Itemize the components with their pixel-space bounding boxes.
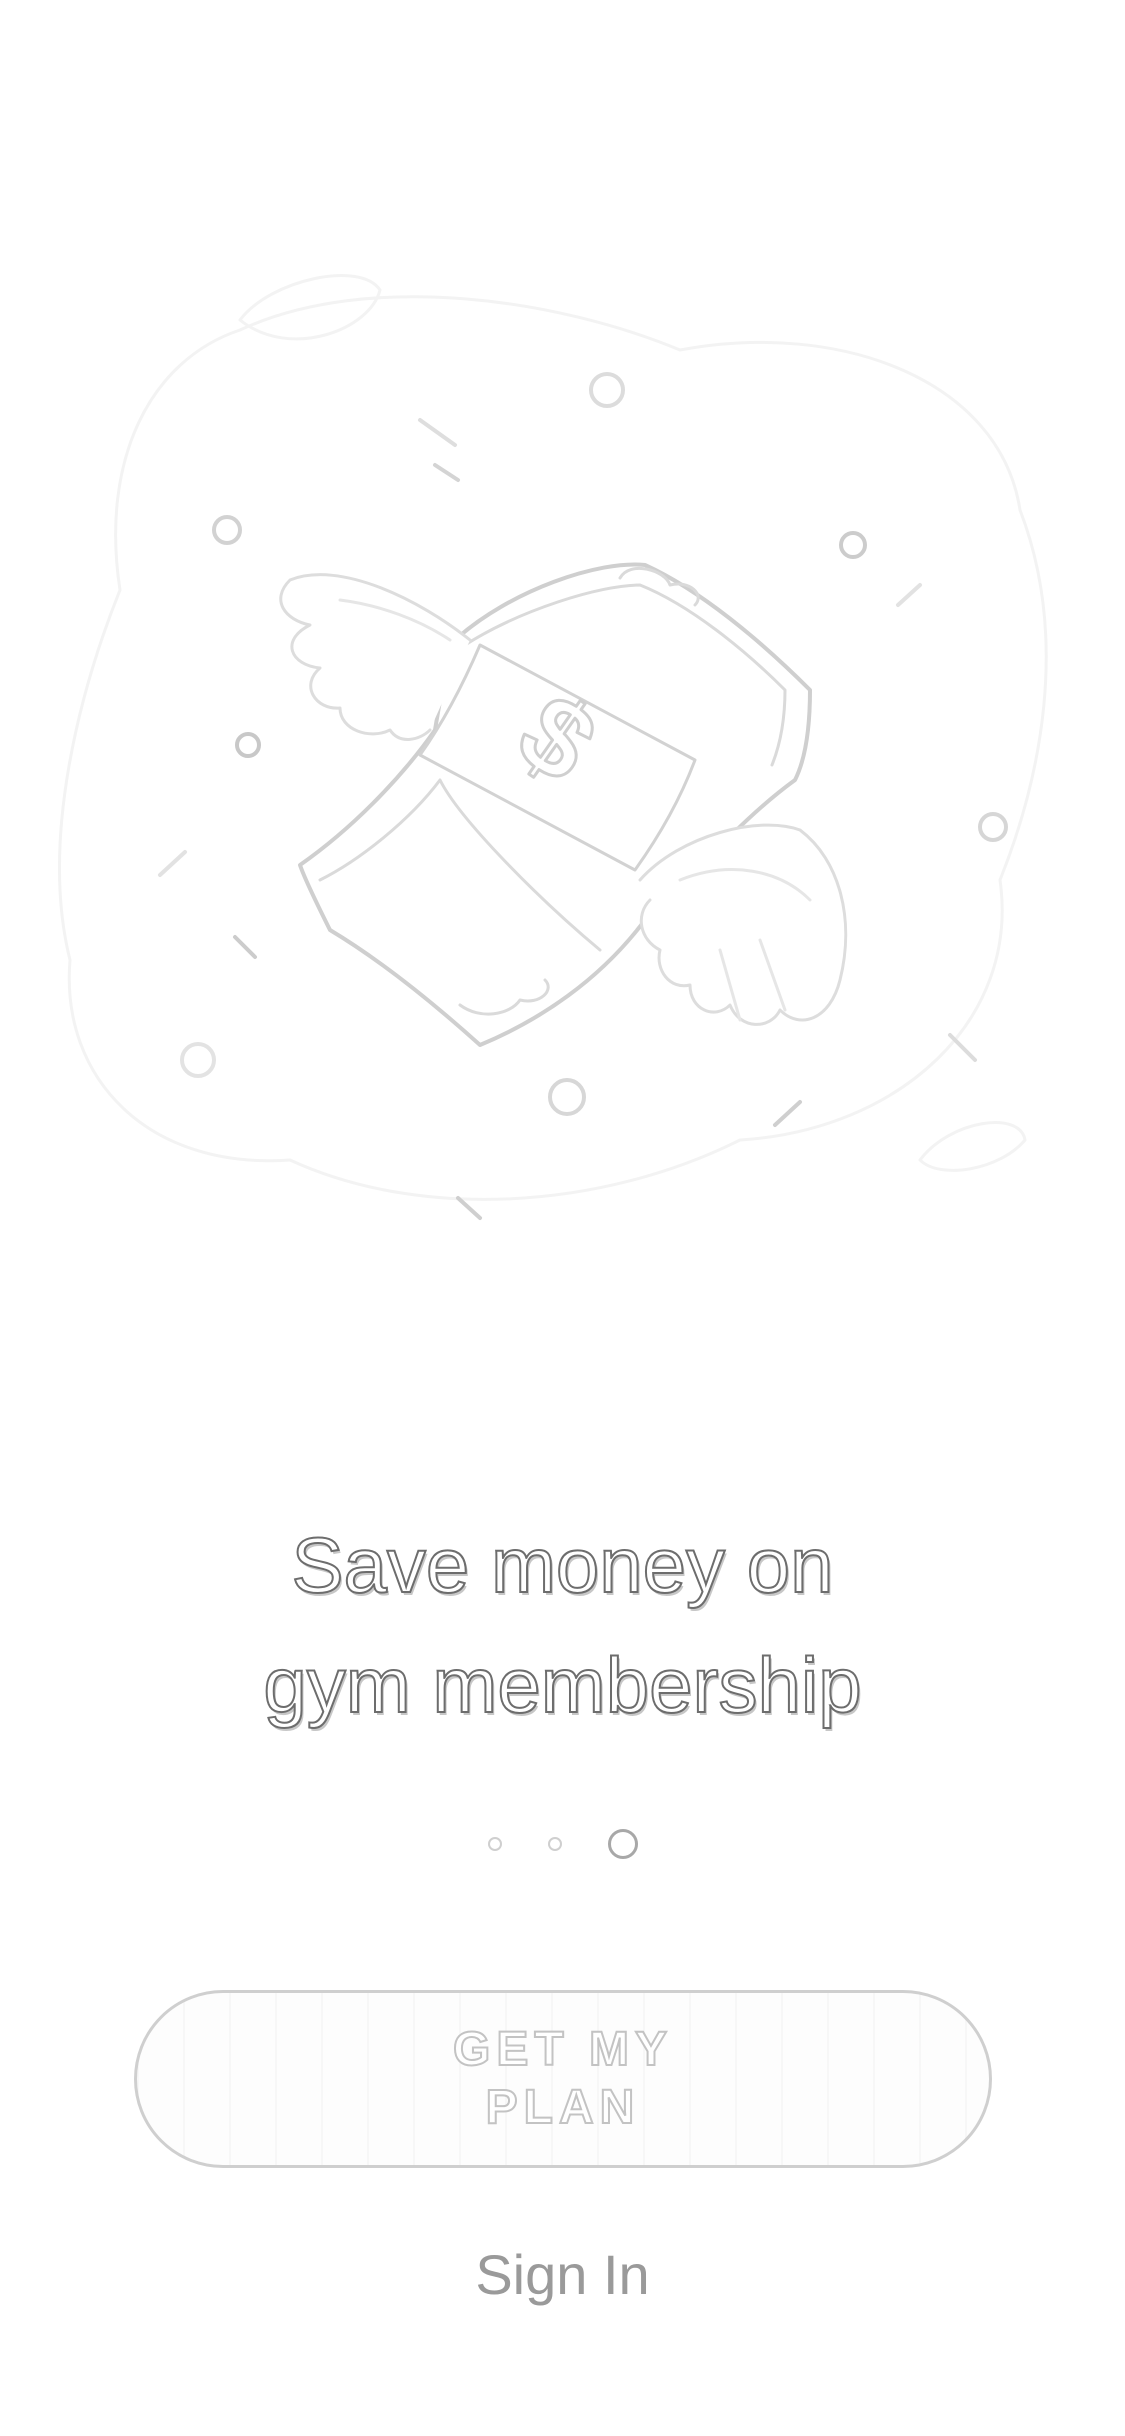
sign-in-link[interactable]: Sign In	[0, 2235, 1125, 2315]
page-dot-1[interactable]	[487, 1837, 502, 1851]
onboarding-headline: Save money on gym membership	[0, 1505, 1125, 1745]
page-dot-3-active[interactable]	[607, 1829, 638, 1859]
headline-line-1: Save money on	[290, 1520, 834, 1610]
headline-line-2: gym membership	[262, 1640, 862, 1730]
flying-money-icon: $	[58, 274, 1048, 1220]
get-my-plan-button[interactable]: GET MY PLAN	[134, 1990, 992, 2168]
onboarding-screen: $ Save money on gym membership GET MY PL…	[0, 0, 1125, 2436]
page-indicator	[0, 1824, 1125, 1864]
get-my-plan-label: GET MY PLAN	[452, 2022, 673, 2135]
page-dot-2[interactable]	[547, 1837, 562, 1851]
